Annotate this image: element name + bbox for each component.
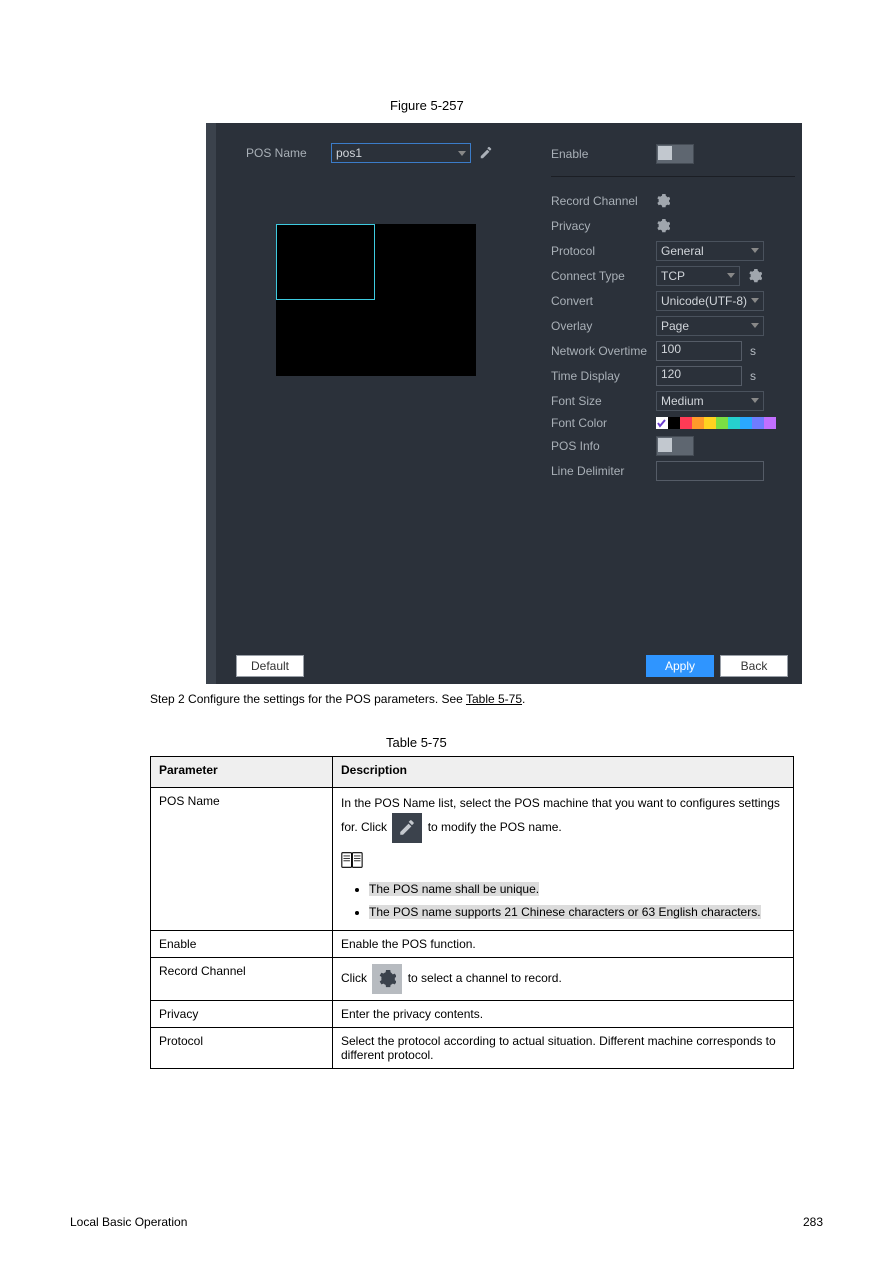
pos-name-value: pos1 — [336, 146, 362, 160]
color-swatches — [656, 415, 776, 431]
protocol-label: Protocol — [551, 244, 656, 258]
chevron-down-icon — [727, 273, 735, 278]
chevron-down-icon — [751, 298, 759, 303]
param-name: POS Name — [151, 788, 333, 931]
connect-type-select[interactable]: TCP — [656, 266, 740, 286]
param-name: Protocol — [151, 1027, 333, 1068]
convert-label: Convert — [551, 294, 656, 308]
font-size-value: Medium — [661, 394, 704, 408]
preview-selection[interactable] — [276, 224, 375, 300]
pos-info-label: POS Info — [551, 439, 656, 453]
gear-icon[interactable] — [656, 194, 670, 208]
color-swatch[interactable] — [716, 417, 728, 429]
font-size-select[interactable]: Medium — [656, 391, 764, 411]
preview-area — [276, 224, 476, 376]
time-display-input[interactable]: 120 — [656, 366, 742, 386]
param-desc: Enable the POS function. — [333, 930, 794, 957]
protocol-value: General — [661, 244, 704, 258]
param-desc: Enter the privacy contents. — [333, 1000, 794, 1027]
overlay-label: Overlay — [551, 319, 656, 333]
time-display-label: Time Display — [551, 369, 656, 383]
pos-settings-dialog: POS Name pos1 Enable — [206, 123, 802, 684]
color-swatch[interactable] — [752, 417, 764, 429]
font-color-label: Font Color — [551, 416, 656, 430]
back-button[interactable]: Back — [720, 655, 788, 677]
figure-label: Figure 5-257 — [390, 98, 464, 113]
param-desc: Select the protocol according to actual … — [333, 1027, 794, 1068]
param-name: Record Channel — [151, 957, 333, 1000]
chevron-down-icon — [751, 323, 759, 328]
enable-label: Enable — [551, 147, 656, 161]
network-overtime-input[interactable]: 100 — [656, 341, 742, 361]
unit-label: s — [750, 369, 756, 383]
parameter-table: Parameter Description POS Name In the PO… — [150, 756, 794, 1069]
chevron-down-icon — [751, 248, 759, 253]
apply-button[interactable]: Apply — [646, 655, 714, 677]
page-number: 283 — [803, 1215, 823, 1229]
table-row: POS Name In the POS Name list, select th… — [151, 788, 794, 931]
color-swatch[interactable] — [656, 417, 668, 429]
param-name: Privacy — [151, 1000, 333, 1027]
color-swatch[interactable] — [704, 417, 716, 429]
gear-icon[interactable] — [748, 269, 762, 283]
unit-label: s — [750, 344, 756, 358]
overlay-value: Page — [661, 319, 689, 333]
protocol-select[interactable]: General — [656, 241, 764, 261]
table-row: Privacy Enter the privacy contents. — [151, 1000, 794, 1027]
edit-icon[interactable] — [479, 146, 493, 160]
color-swatch[interactable] — [728, 417, 740, 429]
default-button[interactable]: Default — [236, 655, 304, 677]
enable-toggle[interactable] — [656, 144, 694, 164]
table-label: Table 5-75 — [386, 735, 447, 750]
convert-value: Unicode(UTF-8) — [661, 294, 747, 308]
step-text: Step 2 Configure the settings for the PO… — [150, 692, 525, 706]
gear-icon — [372, 964, 402, 994]
color-swatch[interactable] — [740, 417, 752, 429]
note-icon — [341, 849, 367, 874]
line-delimiter-input[interactable] — [656, 461, 764, 481]
network-overtime-label: Network Overtime — [551, 344, 656, 358]
chevron-down-icon — [751, 398, 759, 403]
param-desc: In the POS Name list, select the POS mac… — [333, 788, 794, 931]
color-swatch[interactable] — [764, 417, 776, 429]
font-size-label: Font Size — [551, 394, 656, 408]
param-name: Enable — [151, 930, 333, 957]
color-swatch[interactable] — [680, 417, 692, 429]
convert-select[interactable]: Unicode(UTF-8) — [656, 291, 764, 311]
privacy-label: Privacy — [551, 219, 656, 233]
connect-type-value: TCP — [661, 269, 685, 283]
gear-icon[interactable] — [656, 219, 670, 233]
record-channel-label: Record Channel — [551, 194, 656, 208]
pos-name-label: POS Name — [246, 146, 331, 160]
pos-name-select[interactable]: pos1 — [331, 143, 471, 163]
line-delimiter-label: Line Delimiter — [551, 464, 656, 478]
overlay-select[interactable]: Page — [656, 316, 764, 336]
connect-type-label: Connect Type — [551, 269, 656, 283]
table-row: Protocol Select the protocol according t… — [151, 1027, 794, 1068]
edit-icon — [392, 813, 422, 843]
table-header: Parameter — [151, 757, 333, 788]
book-title: Local Basic Operation — [70, 1215, 187, 1229]
table-row: Enable Enable the POS function. — [151, 930, 794, 957]
chevron-down-icon — [458, 151, 466, 156]
table-row: Record Channel Click to select a channel… — [151, 957, 794, 1000]
color-swatch[interactable] — [692, 417, 704, 429]
pos-info-toggle[interactable] — [656, 436, 694, 456]
table-header: Description — [333, 757, 794, 788]
param-desc: Click to select a channel to record. — [333, 957, 794, 1000]
color-swatch[interactable] — [668, 417, 680, 429]
